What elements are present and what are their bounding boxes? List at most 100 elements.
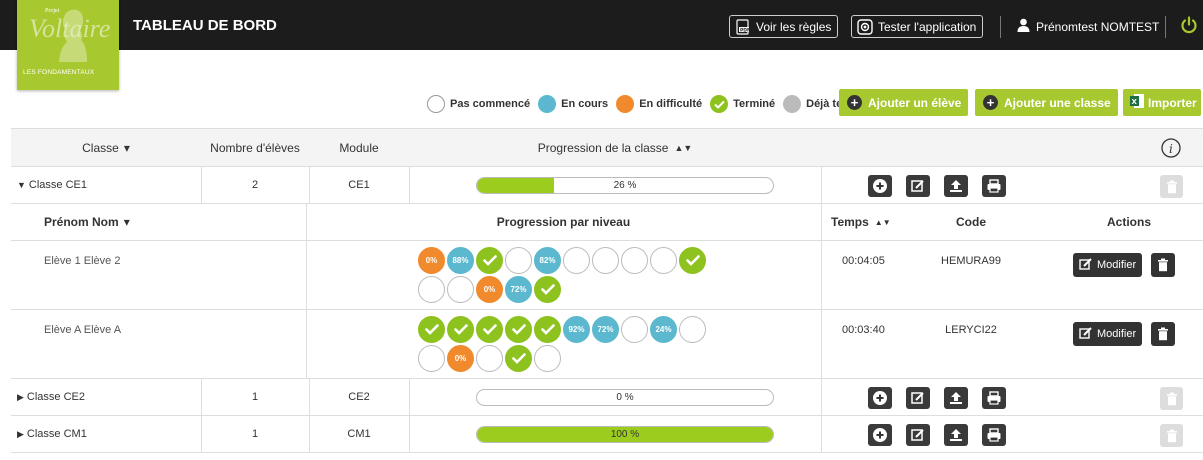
class-progress-bar: 100 %	[476, 425, 774, 443]
edit-icon[interactable]	[906, 175, 930, 197]
level-progress-bubble: 72%	[592, 316, 619, 343]
col-progress-label: Progression de la classe	[537, 140, 669, 155]
test-app-button[interactable]: Tester l'application	[851, 15, 984, 38]
svg-text:X: X	[1132, 98, 1138, 106]
trash-icon	[1160, 424, 1183, 447]
caret-down-icon[interactable]: ▼	[17, 180, 26, 190]
add-student-plus-icon[interactable]	[868, 387, 892, 409]
upload-icon[interactable]	[944, 387, 968, 409]
caret-down-icon: ▾	[123, 140, 130, 155]
table-header: Classe ▾ Nombre d'élèves Module Progress…	[11, 129, 1203, 167]
class-name: Classe CM1	[26, 428, 87, 440]
level-not-started-bubble	[418, 276, 445, 303]
class-count: 2	[251, 179, 259, 191]
legend-item-done: Terminé	[710, 95, 775, 113]
add-student-label: Ajouter un élève	[868, 95, 962, 110]
col-count-label: Nombre d'élèves	[210, 140, 300, 155]
add-student-plus-icon[interactable]	[868, 175, 892, 197]
class-row[interactable]: ▼ Classe CE1 2 CE1 26 %	[11, 167, 1203, 204]
edit-icon[interactable]	[906, 387, 930, 409]
level-bubbles: 92% 72% 24% 0%	[418, 316, 710, 372]
level-bubbles: 0% 88% 82% 0% 72%	[418, 247, 710, 303]
logout-power-icon[interactable]	[1180, 16, 1198, 37]
col-class-header[interactable]: Classe ▾	[11, 129, 201, 166]
sort-icon: ▲▼	[674, 142, 693, 153]
student-name: Elève A Elève A	[44, 324, 122, 336]
top-bar: TABLEAU DE BORD PDF Voir les règles Test…	[0, 0, 1203, 50]
students-header: Prénom Nom ▾ Progression par niveau Temp…	[11, 204, 1203, 241]
col-progress-header[interactable]: Progression de la classe ▲▼	[409, 129, 821, 166]
trash-icon[interactable]	[1151, 322, 1175, 346]
import-label: Importer	[1148, 95, 1197, 110]
edit-icon[interactable]	[906, 424, 930, 446]
level-done-check-icon	[679, 247, 706, 274]
levels-header-label: Progression par niveau	[496, 215, 631, 229]
student-time: 00:04:05	[842, 255, 885, 267]
level-difficulty-bubble: 0%	[418, 247, 445, 274]
class-row[interactable]: ▶ Classe CE2 1 CE2 0 %	[11, 379, 1203, 416]
student-row[interactable]: Elève 1 Elève 2 0% 88% 82% 0% 72% 00:04:05 H…	[11, 241, 1203, 310]
level-not-started-bubble	[534, 345, 561, 372]
sort-icon: ▲▼	[874, 217, 891, 227]
add-class-label: Ajouter une classe	[1004, 95, 1111, 110]
legend-item-difficulty: En difficulté	[616, 95, 702, 113]
legend-item-not-started: Pas commencé	[427, 95, 530, 113]
edit-icon	[1079, 326, 1093, 342]
print-icon[interactable]	[982, 424, 1006, 446]
progress-label: 26 %	[613, 179, 637, 191]
add-student-button[interactable]: + Ajouter un élève	[839, 89, 969, 116]
time-header-label: Temps	[831, 215, 869, 229]
student-code: HEMURA99	[941, 255, 1001, 267]
print-icon[interactable]	[982, 175, 1006, 197]
rules-button[interactable]: PDF Voir les règles	[729, 15, 839, 38]
page-title: TABLEAU DE BORD	[133, 17, 277, 34]
legend-label: Pas commencé	[450, 98, 531, 110]
level-difficulty-bubble: 0%	[447, 345, 474, 372]
test-app-button-label: Tester l'application	[878, 19, 977, 34]
not-started-icon	[427, 95, 445, 113]
eye-icon	[856, 18, 874, 35]
student-name-header[interactable]: Prénom Nom ▾	[44, 204, 130, 240]
add-class-button[interactable]: + Ajouter une classe	[975, 89, 1118, 116]
in-progress-icon	[538, 95, 557, 113]
time-header[interactable]: Temps ▲▼	[831, 204, 891, 240]
student-row[interactable]: Elève A Elève A 92% 72% 24% 0% 00:03:40 LER…	[11, 310, 1203, 379]
level-not-started-bubble	[563, 247, 590, 274]
caret-right-icon[interactable]: ▶	[17, 429, 24, 440]
caret-right-icon[interactable]: ▶	[17, 392, 24, 403]
plus-icon: +	[983, 95, 998, 110]
student-time: 00:03:40	[842, 324, 885, 336]
app-logo[interactable]: Projet Voltaire LES FONDAMENTAUX	[17, 0, 119, 90]
level-done-check-icon	[534, 316, 561, 343]
pdf-icon: PDF	[734, 18, 752, 35]
print-icon[interactable]	[982, 387, 1006, 409]
user-icon	[1017, 18, 1030, 35]
level-not-started-bubble	[621, 247, 648, 274]
class-progress-bar: 26 %	[476, 176, 774, 194]
code-header: Code	[931, 204, 1011, 240]
level-done-check-icon	[476, 247, 503, 274]
add-student-plus-icon[interactable]	[868, 424, 892, 446]
class-row[interactable]: ▶ Classe CM1 1 CM1 100 %	[11, 416, 1203, 453]
modify-button[interactable]: Modifier	[1073, 253, 1143, 277]
class-name: Classe CE2	[26, 391, 85, 403]
level-not-started-bubble	[418, 345, 445, 372]
trash-icon	[1160, 175, 1183, 198]
level-not-started-bubble	[476, 345, 503, 372]
trash-icon[interactable]	[1151, 253, 1175, 277]
user-menu[interactable]: Prénomtest NOMTEST	[1017, 18, 1159, 35]
divider	[1000, 16, 1001, 38]
modify-button[interactable]: Modifier	[1073, 322, 1143, 346]
legend-label: Terminé	[733, 98, 776, 110]
info-icon[interactable]: i	[1159, 129, 1183, 166]
legend-label: En difficulté	[639, 98, 703, 110]
upload-icon[interactable]	[944, 175, 968, 197]
upload-icon[interactable]	[944, 424, 968, 446]
level-progress-bubble: 72%	[505, 276, 532, 303]
level-not-started-bubble	[679, 316, 706, 343]
check-icon	[710, 95, 729, 113]
class-count: 1	[251, 428, 259, 440]
status-legend: Pas commencé En cours En difficulté Term…	[427, 95, 880, 113]
import-button[interactable]: X Importer	[1123, 89, 1201, 116]
class-module: CM1	[347, 428, 371, 440]
